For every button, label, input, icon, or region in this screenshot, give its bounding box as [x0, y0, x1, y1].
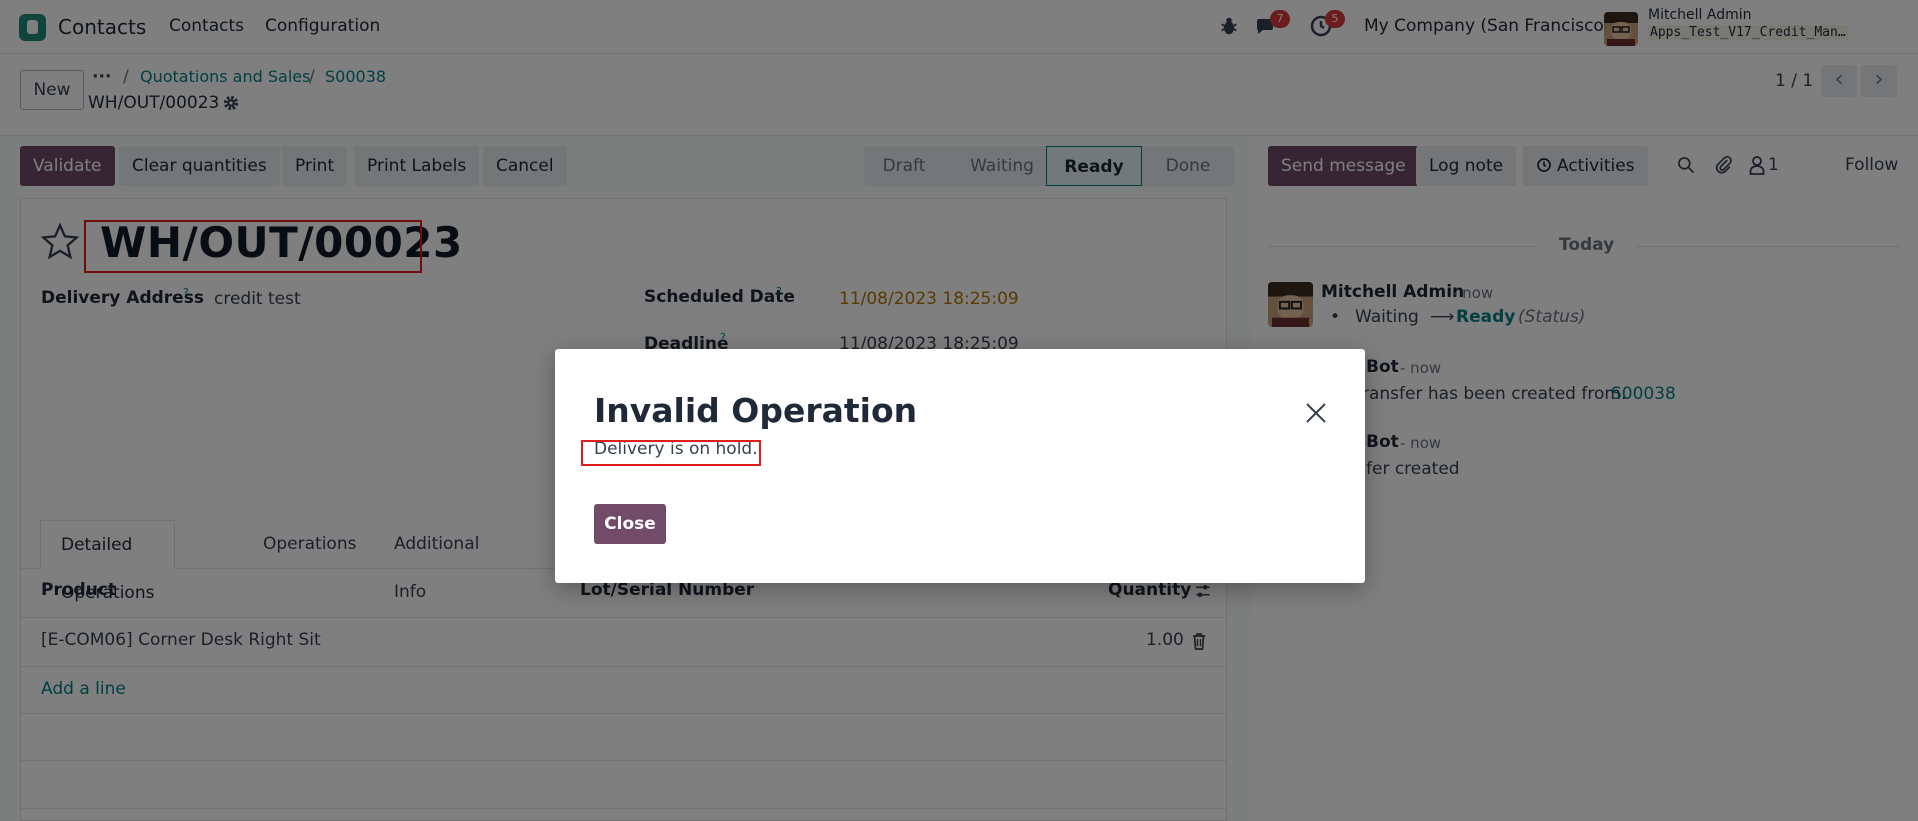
highlight-box	[581, 440, 761, 466]
close-button[interactable]: Close	[594, 504, 666, 544]
invalid-operation-dialog: Invalid Operation Delivery is on hold. C…	[555, 349, 1365, 583]
close-icon[interactable]	[1304, 401, 1328, 425]
dialog-title: Invalid Operation	[594, 391, 918, 430]
